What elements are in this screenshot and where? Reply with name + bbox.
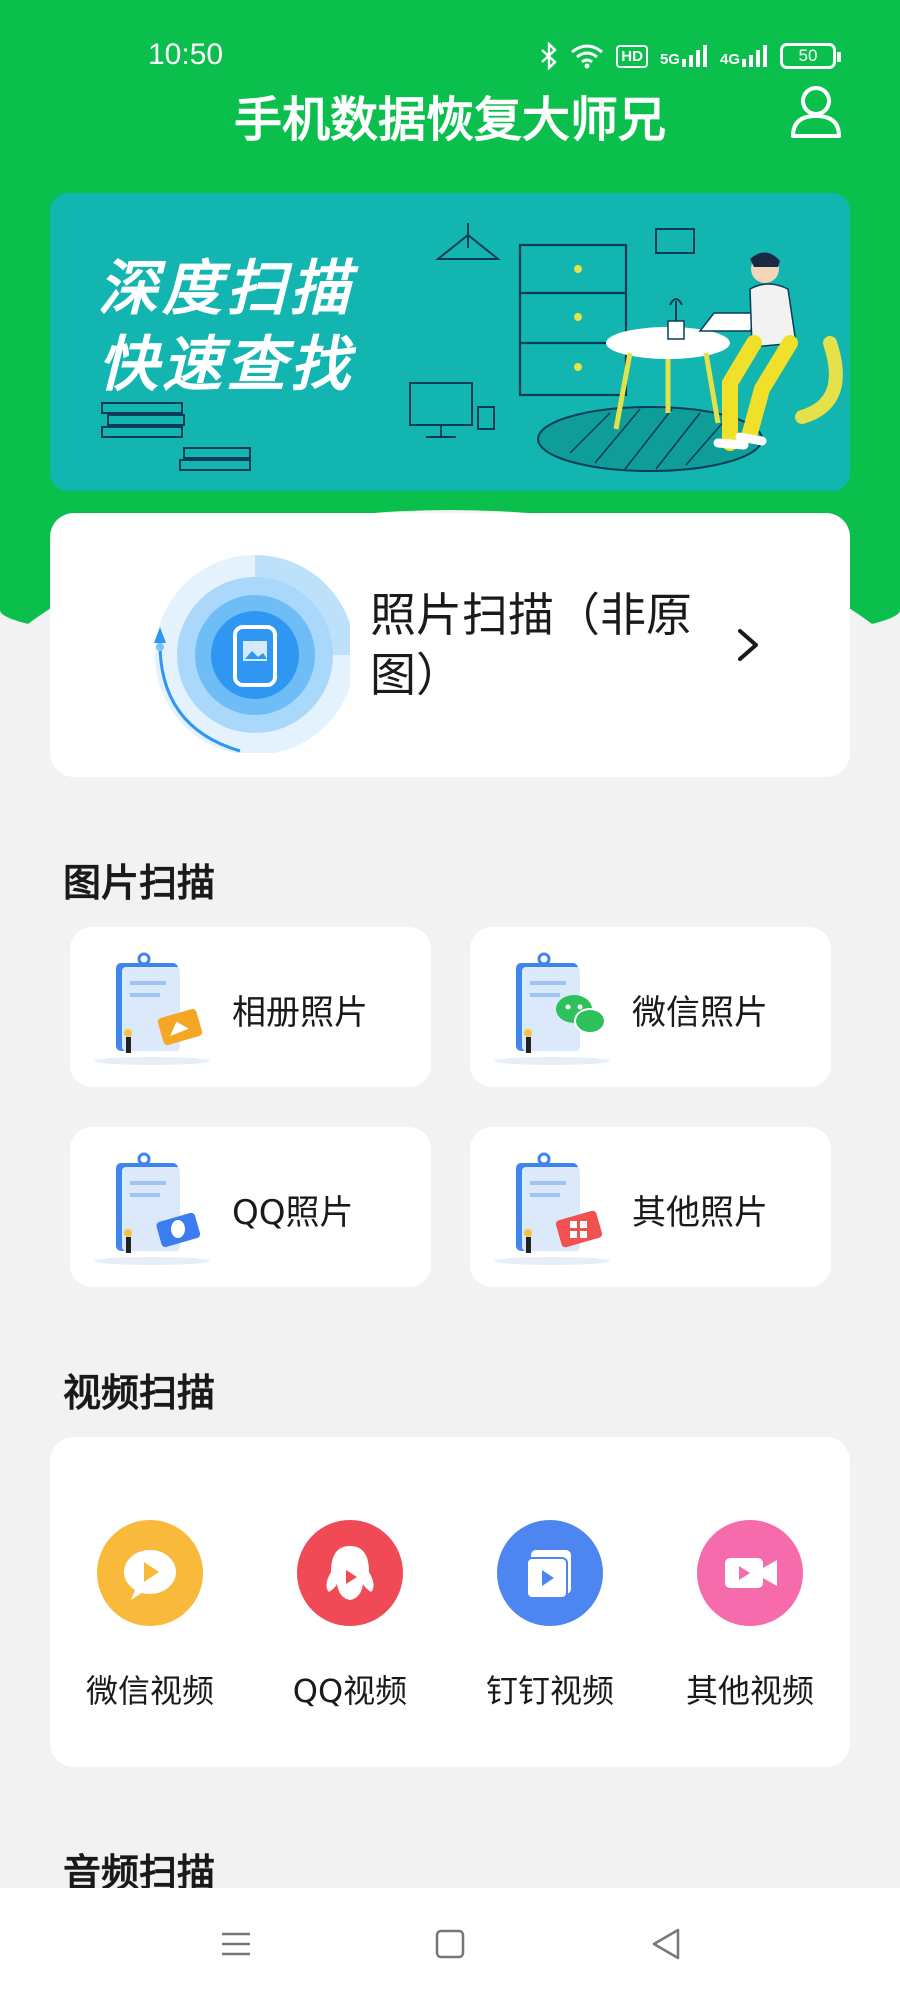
- wechat-photos-card[interactable]: 微信照片: [470, 927, 831, 1087]
- wifi-icon: [571, 44, 604, 69]
- bluetooth-icon: [541, 42, 558, 70]
- video-scan-panel: 微信视频 QQ视频 钉钉视频 其他视频: [50, 1437, 850, 1767]
- wechat-video-item[interactable]: 微信视频: [50, 1520, 250, 1712]
- wechat-photos-label: 微信照片: [632, 993, 768, 1033]
- other-photos-card[interactable]: 其他照片: [470, 1127, 831, 1287]
- qq-video-icon: [297, 1520, 403, 1626]
- wechat-video-icon: [97, 1520, 203, 1626]
- status-icons: HD 5G 4G 50: [540, 42, 841, 70]
- status-time: 10:50: [148, 38, 224, 71]
- other-photos-label: 其他照片: [632, 1193, 768, 1233]
- home-icon[interactable]: [432, 1926, 468, 1962]
- banner-illustration: [101, 223, 843, 472]
- battery-indicator: 50: [780, 43, 841, 69]
- menu-icon[interactable]: [218, 1926, 254, 1962]
- album-photos-label: 相册照片: [232, 993, 368, 1033]
- section-title-image-scan: 图片扫描: [63, 861, 216, 905]
- other-photo-icon: [494, 1152, 610, 1265]
- other-video-icon: [697, 1520, 803, 1626]
- signal-4g: 4G: [720, 45, 768, 67]
- photo-scan-card[interactable]: 照片扫描（非原图）: [50, 513, 850, 777]
- photo-scan-label: 照片扫描（非原图）: [370, 588, 692, 702]
- phone-scan-icon: [154, 555, 350, 753]
- user-icon[interactable]: [788, 82, 844, 138]
- section-title-video-scan: 视频扫描: [63, 1371, 216, 1415]
- signal-5g: 5G: [660, 45, 708, 67]
- hd-badge: HD: [616, 44, 648, 68]
- status-bar: 10:50 HD 5G 4G 50: [0, 0, 900, 80]
- album-photos-card[interactable]: 相册照片: [70, 927, 431, 1087]
- qq-video-item[interactable]: QQ视频: [250, 1520, 450, 1712]
- app-title: 手机数据恢复大师兄: [233, 92, 666, 148]
- other-video-item[interactable]: 其他视频: [650, 1520, 850, 1712]
- dingtalk-video-icon: [497, 1520, 603, 1626]
- qq-photo-icon: [94, 1152, 210, 1265]
- wechat-photo-icon: [494, 952, 610, 1065]
- qq-photos-card[interactable]: QQ照片: [70, 1127, 431, 1287]
- promo-banner[interactable]: 深度扫描 快速查找: [50, 193, 850, 491]
- back-icon[interactable]: [648, 1926, 684, 1962]
- qq-photos-label: QQ照片: [232, 1193, 354, 1233]
- system-navigation-bar: [0, 1888, 900, 2000]
- album-photo-icon: [94, 952, 210, 1065]
- dingtalk-video-item[interactable]: 钉钉视频: [450, 1520, 650, 1712]
- chevron-right-icon: [738, 629, 758, 661]
